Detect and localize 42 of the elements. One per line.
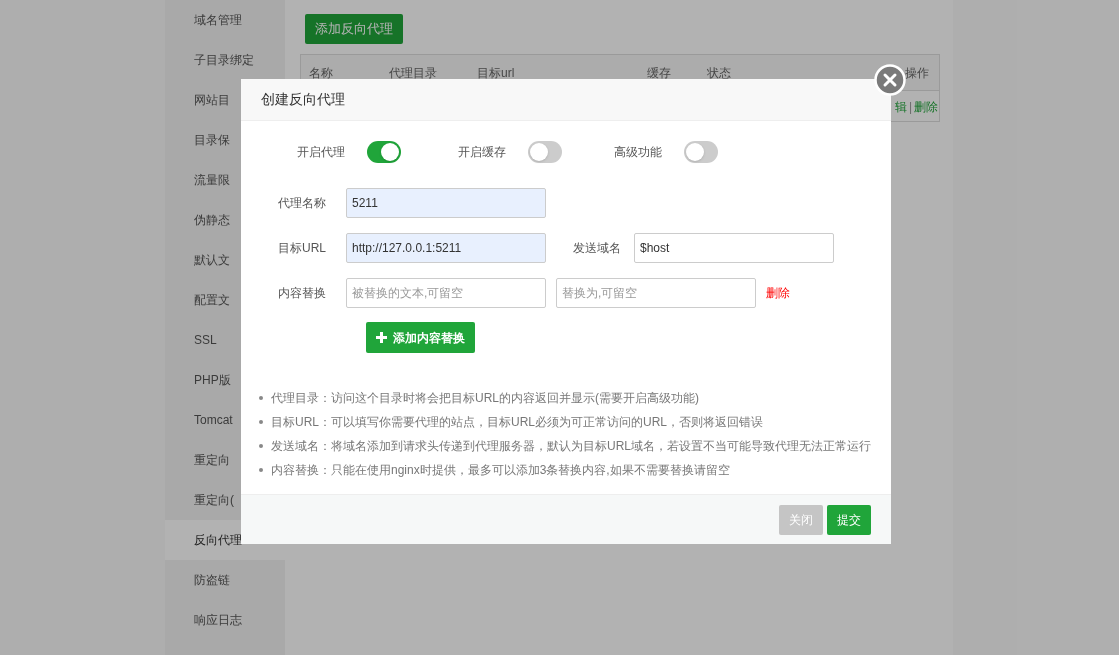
field-label: 代理名称 [277, 195, 327, 212]
input-field[interactable]: 5211 [346, 188, 546, 218]
dialog-title: 创建反向代理 [261, 90, 345, 109]
input-field[interactable]: http://127.0.0.1:5211 [346, 233, 546, 263]
delete-link[interactable]: 删除 [766, 284, 790, 302]
bullet-icon [259, 468, 263, 472]
bullet-icon [259, 396, 263, 400]
plus-icon [376, 332, 387, 343]
bullet-icon [259, 444, 263, 448]
column-header: 名称 [309, 65, 333, 80]
sidebar-item[interactable]: 子目录绑定 [165, 40, 285, 80]
toggle-switch[interactable] [528, 141, 562, 163]
action-link[interactable]: 删除 [914, 97, 938, 116]
add-proxy-button[interactable]: 添加反向代理 [305, 14, 403, 44]
input-field[interactable]: 替换为,可留空 [556, 278, 756, 308]
column-header: 状态 [707, 65, 731, 80]
input-field[interactable]: $host [634, 233, 834, 263]
sidebar-item[interactable]: 域名管理 [165, 0, 285, 40]
submit-button[interactable]: 提交 [827, 504, 871, 535]
bullet-icon [259, 420, 263, 424]
sidebar-item[interactable]: 响应日志 [165, 600, 285, 640]
separator: | [908, 98, 912, 116]
column-header: 代理目录 [389, 65, 437, 80]
field-label: 内容替换 [277, 285, 327, 302]
column-header: 操作 [905, 65, 929, 80]
note-text: 代理目录：访问这个目录时将会把目标URL的内容返回并显示(需要开启高级功能) [271, 390, 699, 407]
toggle-label: 高级功能 [614, 144, 663, 161]
sidebar-item[interactable]: 防盗链 [165, 560, 285, 600]
add-replace-button[interactable]: 添加内容替换 [366, 322, 475, 353]
input-field[interactable]: 被替换的文本,可留空 [346, 278, 546, 308]
toggle-switch[interactable] [684, 141, 718, 163]
note-text: 发送域名：将域名添加到请求头传递到代理服务器，默认为目标URL域名，若设置不当可能导致代理无法正常运行 [271, 438, 871, 455]
note-text: 目标URL：可以填写你需要代理的站点，目标URL必须为可正常访问的URL，否则将返回错误 [271, 414, 764, 431]
note-text: 内容替换：只能在使用nginx时提供，最多可以添加3条替换内容,如果不需要替换请留空 [271, 462, 730, 479]
field-label: 目标URL [277, 240, 327, 257]
action-link[interactable]: 辑 [894, 97, 907, 116]
column-header: 目标url [477, 65, 515, 80]
column-header: 缓存 [647, 65, 671, 80]
toggle-label: 开启代理 [297, 144, 346, 161]
field-label: 发送域名 [572, 240, 622, 257]
toggle-switch[interactable] [367, 141, 401, 163]
toggle-label: 开启缓存 [458, 144, 507, 161]
